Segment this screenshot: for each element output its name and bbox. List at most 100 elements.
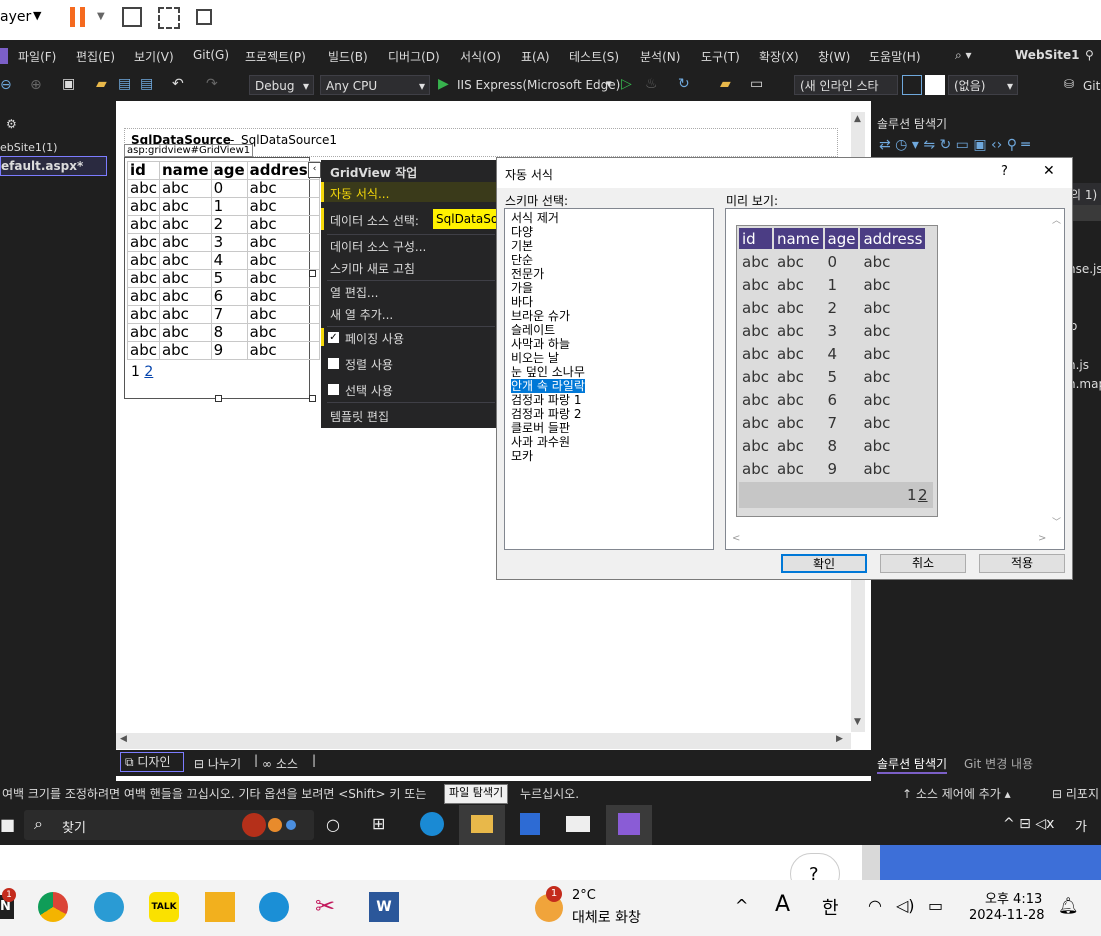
sorting-checkbox[interactable]	[328, 358, 339, 369]
scroll-left-icon[interactable]: <	[732, 533, 740, 544]
refresh-icon[interactable]: ↻	[678, 76, 690, 92]
forward-icon[interactable]: ⊕	[30, 77, 42, 93]
schema-list-item[interactable]: 모카	[511, 449, 533, 463]
menu-format[interactable]: 서식(O)	[460, 48, 501, 65]
schema-list-item[interactable]: 사과 과수원	[511, 435, 570, 449]
tab-solution-explorer[interactable]: 솔루션 탐색기	[877, 755, 948, 774]
datasource-name[interactable]: SqlDataSource1	[241, 133, 337, 147]
schema-list-item[interactable]: 다양	[511, 225, 533, 239]
pause-icon[interactable]	[70, 7, 75, 27]
schema-list-item[interactable]: 바다	[511, 295, 533, 309]
screen-share-icon[interactable]	[122, 7, 142, 27]
app-icon[interactable]	[205, 892, 235, 922]
explorer-toolbar-icons[interactable]: ⇄ ◷ ▾ ⇋ ↻ ▭ ▣ ‹› ⚲ ═	[879, 137, 1030, 153]
chrome-icon[interactable]	[38, 892, 68, 922]
back-icon[interactable]: ⊖	[0, 77, 12, 93]
tab-git-changes[interactable]: Git 변경 내용	[964, 755, 1033, 772]
schema-list-item[interactable]: 단순	[511, 253, 533, 267]
edge-icon[interactable]	[259, 892, 289, 922]
scroll-up-icon[interactable]: ▲	[854, 114, 861, 124]
new-project-icon[interactable]: ▣	[62, 76, 75, 92]
run-target[interactable]: IIS Express(Microsoft Edge)	[457, 78, 620, 92]
schema-list-item[interactable]: 안개 속 라일락	[511, 379, 585, 393]
schema-list-item[interactable]: 클로버 들판	[511, 421, 570, 435]
store-icon[interactable]	[520, 813, 540, 835]
menu-analyze[interactable]: 분석(N)	[640, 48, 680, 65]
window-icon[interactable]	[196, 9, 212, 25]
scroll-up-icon[interactable]: ︿	[1052, 213, 1061, 226]
file-node[interactable]: efault.aspx*	[0, 156, 107, 176]
resize-handle[interactable]	[309, 270, 316, 277]
word-icon[interactable]: W	[369, 892, 399, 922]
paging-checkbox[interactable]: ✓	[328, 332, 339, 343]
redo-icon[interactable]: ↷	[206, 76, 218, 92]
source-control-button[interactable]: ↑ 소스 제어에 추가 ▴	[902, 785, 1011, 802]
auto-format-row[interactable]: 자동 서식...	[321, 182, 497, 202]
menu-extensions[interactable]: 확장(X)	[759, 48, 799, 65]
configuration-combo[interactable]: Debug ▾	[249, 75, 314, 95]
scroll-right-icon[interactable]: ▶	[836, 734, 843, 744]
none-combo[interactable]: (없음) ▾	[948, 75, 1018, 95]
position-icon[interactable]	[902, 75, 922, 95]
resize-handle[interactable]	[309, 395, 316, 402]
dropdown-icon[interactable]: ▼	[97, 11, 105, 22]
menu-tools[interactable]: 도구(T)	[701, 48, 740, 65]
kakaotalk-icon[interactable]: TALK	[149, 892, 179, 922]
schema-list-item[interactable]: 검정과 파랑 1	[511, 393, 581, 407]
schema-list[interactable]: 서식 제거 다양 기본 단순 전문가 가을 바다 브라운 슈가 슬레이트 사막과 하늘 비오는 날눈…	[504, 208, 714, 550]
add-column-link[interactable]: 새 열 추가...	[330, 306, 393, 323]
schema-list-item[interactable]: 사막과 하늘	[511, 337, 570, 351]
app-icon[interactable]	[94, 892, 124, 922]
chevron-down-icon[interactable]: ▼	[33, 9, 41, 22]
ime-indicator[interactable]: 가	[1075, 816, 1087, 835]
schema-list-item[interactable]: 브라운 슈가	[511, 309, 570, 323]
configure-datasource-link[interactable]: 데이터 소스 구성...	[330, 238, 426, 255]
clock-date[interactable]: 2024-11-28	[969, 908, 1045, 923]
schema-list-item[interactable]: 전문가	[511, 267, 544, 281]
auto-format-link[interactable]: 자동 서식...	[330, 185, 389, 202]
save-all-icon[interactable]: ▤	[140, 76, 153, 92]
layout-icon[interactable]: ▭	[750, 76, 763, 92]
selection-checkbox[interactable]	[328, 384, 339, 395]
settings-icon[interactable]: ⚙	[6, 117, 17, 131]
platform-combo[interactable]: Any CPU ▾	[320, 75, 430, 95]
run-dropdown-icon[interactable]: ▾	[606, 77, 612, 90]
smart-tag-icon[interactable]: ‹	[308, 162, 321, 178]
hot-reload-icon[interactable]: ♨	[645, 76, 658, 92]
battery-icon[interactable]: ▭	[928, 896, 943, 915]
task-view-icon[interactable]: ○	[326, 815, 340, 834]
scroll-down-icon[interactable]: ▼	[854, 717, 861, 727]
show-hidden-icons-icon[interactable]: ^	[735, 896, 748, 915]
schema-list-item[interactable]: 눈 덮인 소나무	[511, 365, 585, 379]
folder-icon[interactable]: ▰	[720, 76, 731, 92]
git-icon[interactable]: ⛁	[1064, 77, 1074, 91]
menu-window[interactable]: 창(W)	[818, 48, 850, 65]
live-share-icon[interactable]: ⚲	[1085, 48, 1094, 62]
inline-style-combo[interactable]: (새 인라인 스타	[794, 75, 898, 95]
menu-test[interactable]: 테스트(S)	[569, 48, 619, 65]
menu-edit[interactable]: 편집(E)	[76, 48, 115, 65]
widgets-icon[interactable]: ⊞	[372, 814, 385, 833]
clock-time[interactable]: 오후 4:13	[985, 888, 1042, 907]
schema-list-item[interactable]: 비오는 날	[511, 351, 559, 365]
schema-list-item[interactable]: 슬레이트	[511, 323, 555, 337]
help-button[interactable]: ?	[1001, 164, 1008, 179]
search-icon[interactable]: ⌕ ▾	[955, 48, 972, 63]
volume-icon[interactable]: ◁)	[896, 896, 915, 915]
tab-source[interactable]: ∞ 소스	[262, 755, 298, 772]
open-folder-icon[interactable]: ▰	[96, 76, 107, 92]
schema-list-item[interactable]: 가을	[511, 281, 533, 295]
vs-taskbar-button[interactable]	[606, 805, 652, 845]
scroll-right-icon[interactable]: >	[1038, 533, 1046, 544]
tab-split[interactable]: ⊟ 나누기	[194, 755, 241, 772]
tray-icons[interactable]: ^ ⊟ ◁x	[1003, 816, 1054, 832]
input-mode-han[interactable]: 한	[822, 894, 839, 920]
menu-build[interactable]: 빌드(B)	[328, 48, 368, 65]
fullscreen-icon[interactable]	[158, 7, 180, 29]
input-mode-a[interactable]: A	[775, 892, 790, 917]
explorer-taskbar-button[interactable]	[459, 805, 505, 845]
edit-columns-link[interactable]: 열 편집...	[330, 284, 378, 301]
edge-icon[interactable]	[420, 812, 444, 836]
schema-list-item[interactable]: 검정과 파랑 2	[511, 407, 581, 421]
refresh-schema-link[interactable]: 스키마 새로 고침	[330, 260, 415, 277]
